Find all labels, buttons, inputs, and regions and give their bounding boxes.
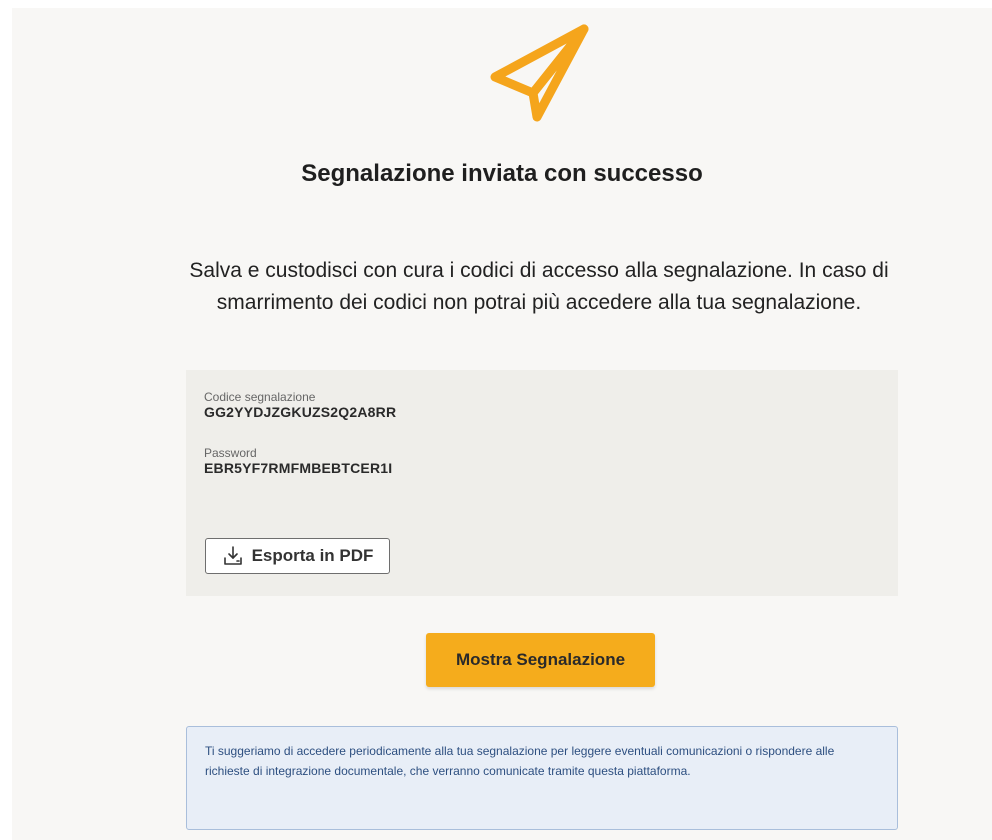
report-code-label: Codice segnalazione [204,390,316,404]
access-codes-box: Codice segnalazione GG2YYDJZGKUZS2Q2A8RR… [186,370,898,596]
info-notice: Ti suggeriamo di accedere periodicamente… [186,726,898,830]
export-pdf-button[interactable]: Esporta in PDF [205,538,390,574]
password-label: Password [204,446,257,460]
report-code-value: GG2YYDJZGKUZS2Q2A8RR [204,404,397,420]
instructions-text: Salva e custodisci con cura i codici di … [189,259,889,314]
show-report-button[interactable]: Mostra Segnalazione [426,633,655,687]
password-value: EBR5YF7RMFMBEBTCER1I [204,460,393,476]
export-pdf-label: Esporta in PDF [251,546,374,565]
show-report-label: Mostra Segnalazione [455,650,626,669]
page-title: Segnalazione inviata con successo [301,160,703,187]
info-notice-text: Ti suggeriamo di accedere periodicamente… [205,744,835,778]
download-tray-icon [223,546,242,565]
paper-plane-icon [490,24,589,122]
